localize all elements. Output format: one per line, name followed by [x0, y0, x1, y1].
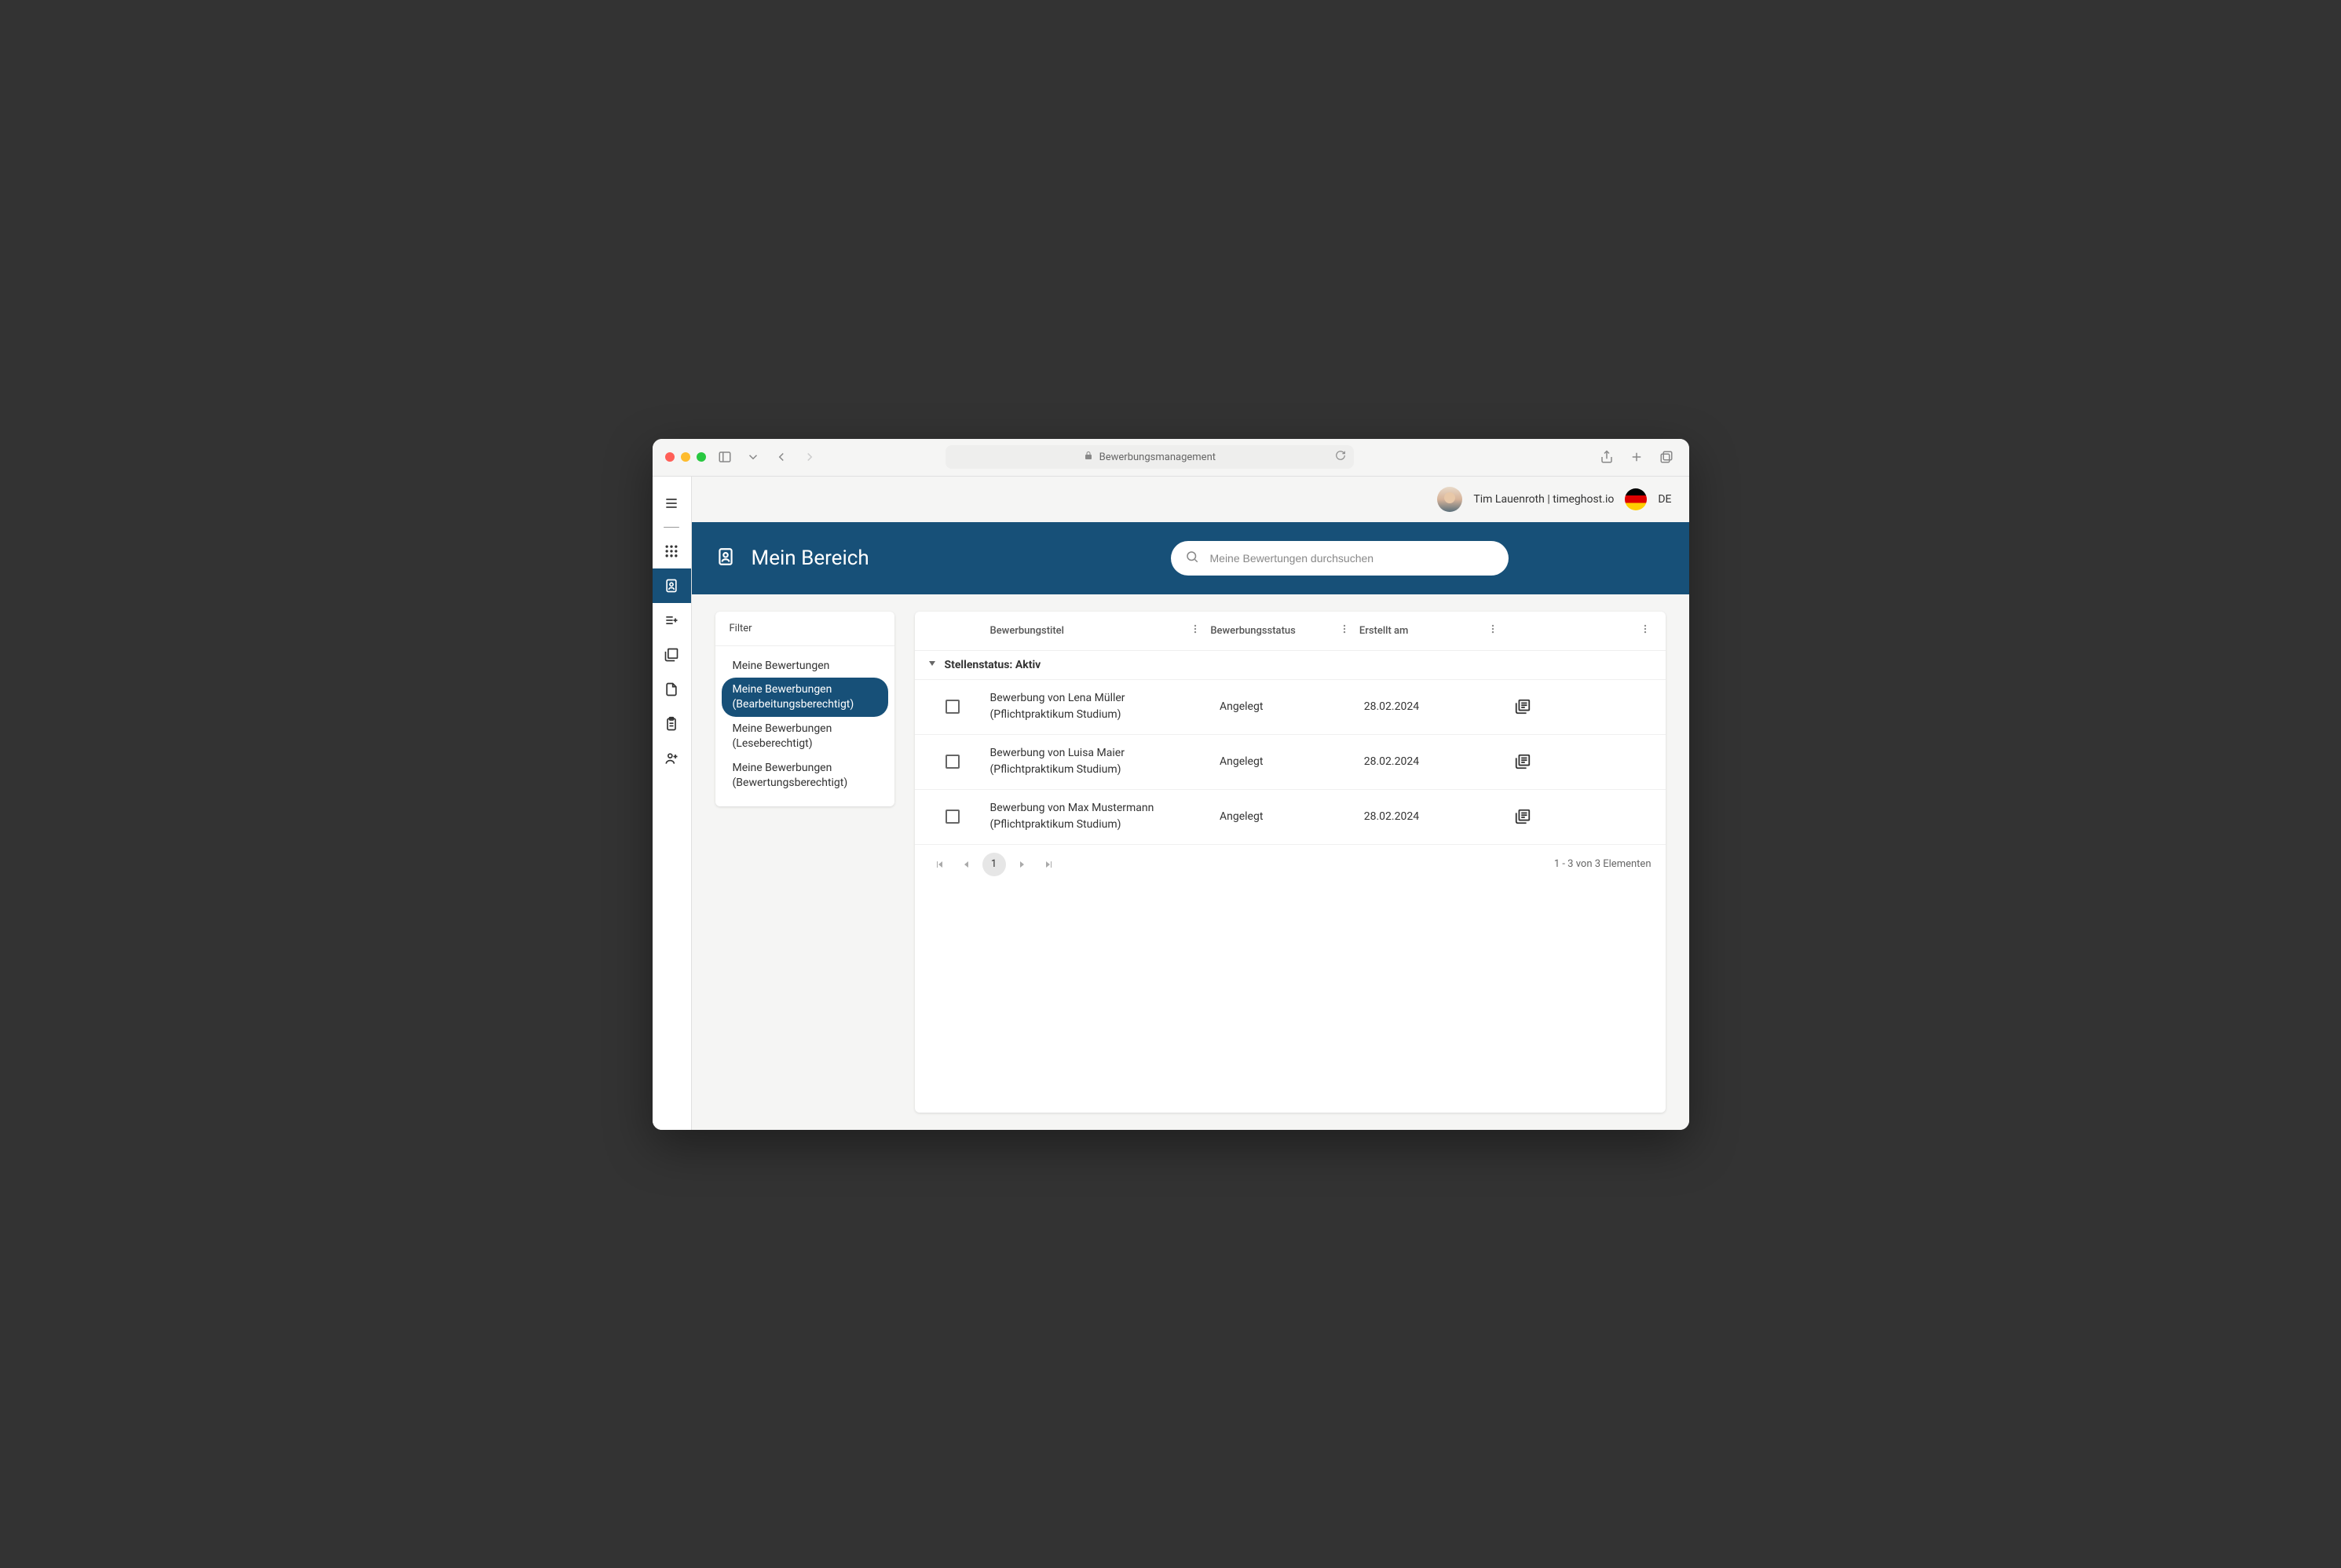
- row-checkbox[interactable]: [946, 810, 960, 824]
- sidebar-toggle-button[interactable]: [715, 448, 734, 466]
- table-header: Bewerbungstitel Bewerbungsstatus: [915, 612, 1666, 651]
- row-checkbox[interactable]: [946, 700, 960, 714]
- nav-list-add[interactable]: [653, 603, 692, 638]
- topbar: Tim Lauenroth | timeghost.io DE: [692, 477, 1689, 522]
- user-avatar[interactable]: [1437, 487, 1462, 512]
- applications-table: Bewerbungstitel Bewerbungsstatus: [915, 612, 1666, 1113]
- nav-library[interactable]: [653, 638, 692, 672]
- lock-icon: [1084, 451, 1093, 463]
- row-status: Angelegt: [1220, 700, 1364, 713]
- nav-document[interactable]: [653, 672, 692, 707]
- id-badge-icon: [715, 546, 736, 570]
- filter-item-bewertungen[interactable]: Meine Bewertungen: [722, 654, 888, 678]
- rail-separator: [664, 527, 679, 528]
- row-checkbox[interactable]: [946, 755, 960, 769]
- col-actions-menu[interactable]: [1640, 623, 1651, 638]
- nav-my-area[interactable]: [653, 568, 692, 603]
- filter-item-leseberechtigt[interactable]: Meine Bewerbungen (Leseberechtigt): [722, 717, 888, 756]
- table-row[interactable]: Bewerbung von Lena Müller (Pflichtprakti…: [915, 680, 1666, 735]
- last-page-button[interactable]: [1037, 853, 1059, 875]
- search-input[interactable]: [1210, 552, 1494, 565]
- search-icon: [1185, 550, 1199, 567]
- url-bar[interactable]: Bewerbungsmanagement: [946, 445, 1354, 469]
- pagination: 1 1 - 3 von 3 Elementen: [915, 845, 1666, 884]
- current-page-number[interactable]: 1: [982, 853, 1006, 876]
- icon-rail: [653, 477, 692, 1130]
- open-details-button[interactable]: [1509, 693, 1537, 721]
- col-status-label: Bewerbungsstatus: [1210, 625, 1296, 637]
- col-date-menu[interactable]: [1487, 623, 1498, 638]
- next-page-button[interactable]: [1011, 853, 1033, 875]
- page-title: Bewerbungsmanagement: [1099, 451, 1216, 463]
- forward-button[interactable]: [800, 448, 819, 466]
- app-root: Tim Lauenroth | timeghost.io DE Mein Ber…: [653, 477, 1689, 1130]
- filter-item-bewertungsberechtigt[interactable]: Meine Bewerbungen (Bewertungsberechtigt): [722, 756, 888, 795]
- col-date-label: Erstellt am: [1359, 625, 1408, 637]
- chrome-right-controls: [1597, 448, 1676, 466]
- open-details-button[interactable]: [1509, 747, 1537, 776]
- pagination-summary: 1 - 3 von 3 Elementen: [1554, 858, 1652, 870]
- open-details-button[interactable]: [1509, 802, 1537, 831]
- menu-toggle-button[interactable]: [653, 486, 692, 521]
- col-title-header: Bewerbungstitel: [990, 625, 1211, 637]
- search-wrap: [1171, 541, 1509, 576]
- row-title: Bewerbung von Max Mustermann (Pflichtpra…: [990, 800, 1220, 833]
- language-selector[interactable]: DE: [1658, 493, 1671, 506]
- group-label: Stellenstatus: Aktiv: [945, 659, 1041, 671]
- maximize-window-button[interactable]: [697, 452, 706, 462]
- row-title: Bewerbung von Lena Müller (Pflichtprakti…: [990, 690, 1220, 723]
- row-status: Angelegt: [1220, 755, 1364, 768]
- tabs-overview-button[interactable]: [1657, 448, 1676, 466]
- group-header[interactable]: Stellenstatus: Aktiv: [915, 651, 1666, 680]
- table-row[interactable]: Bewerbung von Luisa Maier (Pflichtprakti…: [915, 735, 1666, 790]
- search-pill: [1171, 541, 1509, 576]
- table-row[interactable]: Bewerbung von Max Mustermann (Pflichtpra…: [915, 790, 1666, 845]
- filter-heading: Filter: [715, 612, 894, 646]
- collapse-icon: [927, 659, 937, 671]
- row-date: 28.02.2024: [1364, 755, 1509, 768]
- hero-banner: Mein Bereich: [692, 522, 1689, 594]
- new-tab-button[interactable]: [1627, 448, 1646, 466]
- row-status: Angelegt: [1220, 810, 1364, 823]
- col-status-header: Bewerbungsstatus: [1210, 625, 1359, 637]
- main-column: Tim Lauenroth | timeghost.io DE Mein Ber…: [692, 477, 1689, 1130]
- page-heading: Mein Bereich: [752, 546, 869, 570]
- nav-users[interactable]: [653, 741, 692, 776]
- back-button[interactable]: [772, 448, 791, 466]
- window-controls: [665, 452, 706, 462]
- browser-window: Bewerbungsmanagement: [653, 439, 1689, 1130]
- user-name-label[interactable]: Tim Lauenroth | timeghost.io: [1473, 493, 1614, 506]
- col-status-menu[interactable]: [1339, 623, 1350, 638]
- browser-chrome: Bewerbungsmanagement: [653, 439, 1689, 477]
- flag-de-icon: [1625, 488, 1647, 510]
- content-area: Filter Meine Bewertungen Meine Bewerbung…: [692, 594, 1689, 1130]
- nav-apps[interactable]: [653, 534, 692, 568]
- filter-card: Filter Meine Bewertungen Meine Bewerbung…: [715, 612, 894, 806]
- col-title-menu[interactable]: [1190, 623, 1201, 638]
- col-date-header: Erstellt am: [1359, 625, 1509, 637]
- nav-clipboard[interactable]: [653, 707, 692, 741]
- first-page-button[interactable]: [929, 853, 951, 875]
- prev-page-button[interactable]: [956, 853, 978, 875]
- reload-button[interactable]: [1335, 450, 1346, 464]
- chevron-down-icon[interactable]: [744, 448, 763, 466]
- row-date: 28.02.2024: [1364, 700, 1509, 713]
- minimize-window-button[interactable]: [681, 452, 690, 462]
- filter-item-bearbeitungsberechtigt[interactable]: Meine Bewerbungen (Bearbeitungsberechtig…: [722, 678, 888, 717]
- row-title: Bewerbung von Luisa Maier (Pflichtprakti…: [990, 745, 1220, 778]
- col-title-label: Bewerbungstitel: [990, 625, 1064, 637]
- filter-list: Meine Bewertungen Meine Bewerbungen (Bea…: [715, 646, 894, 806]
- close-window-button[interactable]: [665, 452, 675, 462]
- row-date: 28.02.2024: [1364, 810, 1509, 823]
- share-button[interactable]: [1597, 448, 1616, 466]
